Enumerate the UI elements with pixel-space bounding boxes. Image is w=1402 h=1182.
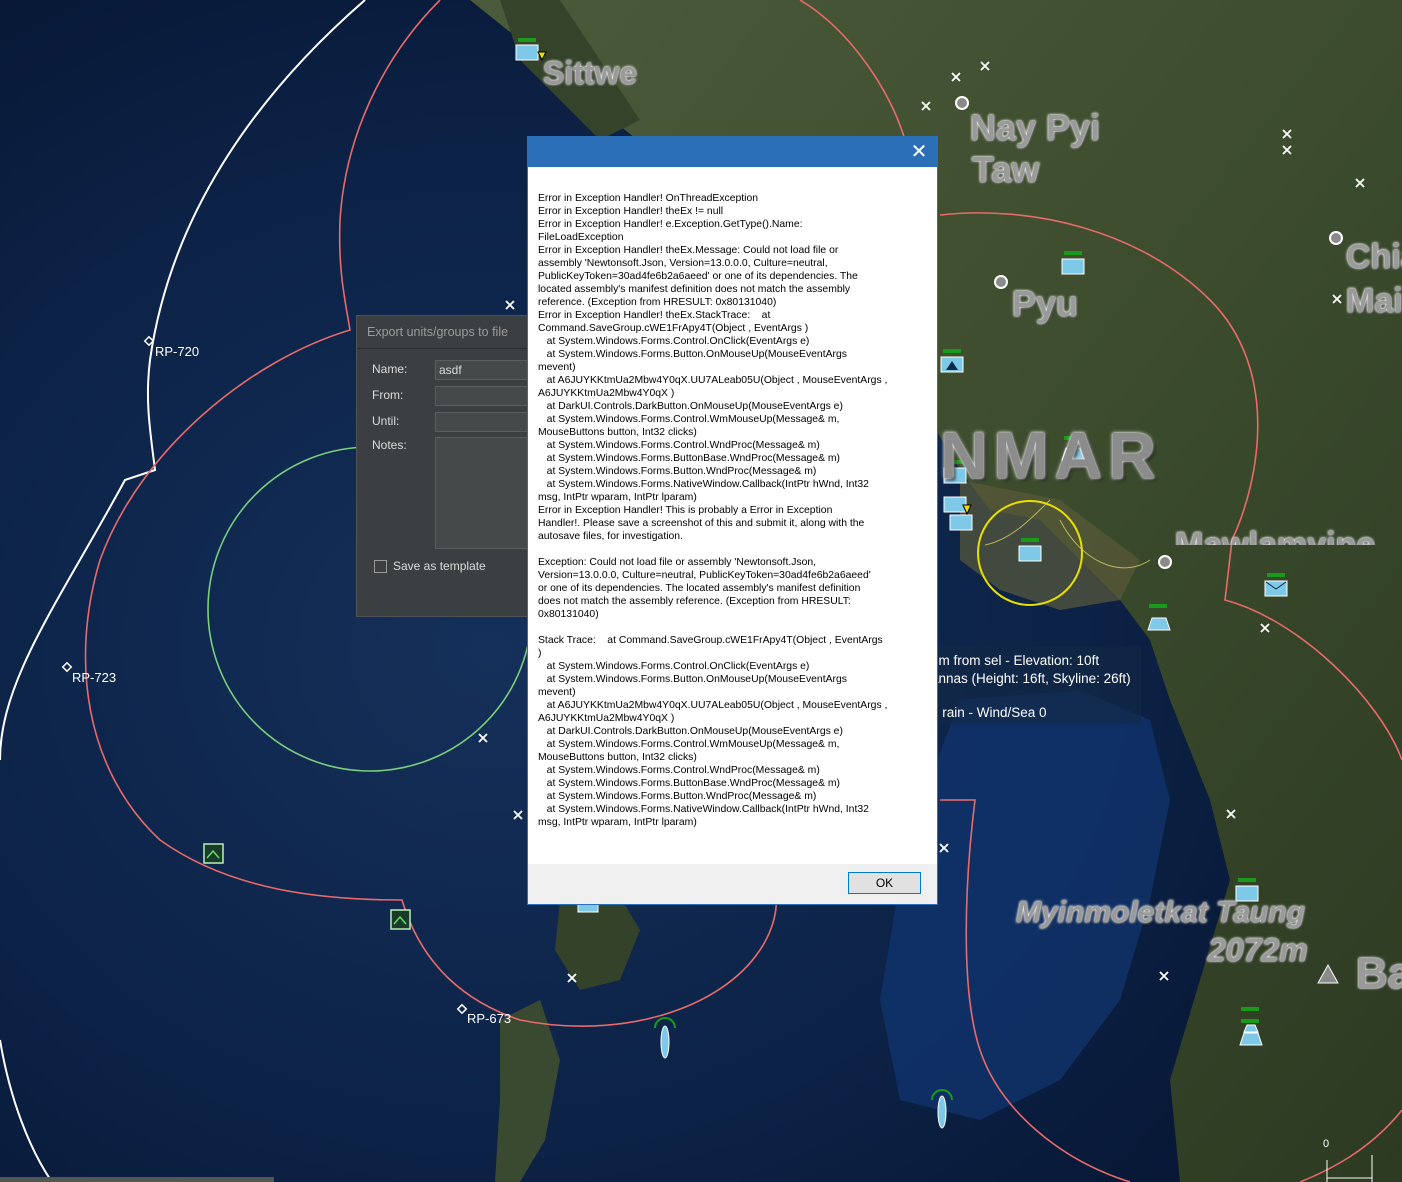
error-dialog-titlebar[interactable]: ✕ bbox=[528, 137, 937, 167]
unit-icon[interactable] bbox=[1018, 538, 1042, 562]
from-input[interactable] bbox=[435, 386, 532, 406]
reference-point-label: RP-673 bbox=[467, 1011, 512, 1026]
reference-point-label: RP-720 bbox=[155, 344, 200, 359]
save-template-checkbox[interactable] bbox=[374, 560, 387, 573]
place-label-chia: Chia bbox=[1346, 238, 1402, 276]
place-label-myinmoletkat-taung: Myinmoletkat Taung bbox=[1016, 896, 1305, 929]
unit-icon[interactable] bbox=[1264, 573, 1288, 597]
country-label: NMAR bbox=[940, 418, 1162, 492]
info-line-elevation: nm from sel - Elevation: 10ft bbox=[931, 653, 1100, 668]
unit-icon[interactable] bbox=[1061, 251, 1085, 275]
place-label-ba: Ba bbox=[1356, 949, 1402, 998]
info-panel: nm from sel - Elevation: 10ft annas (Hei… bbox=[925, 646, 1141, 724]
until-input[interactable] bbox=[435, 412, 532, 432]
city-dot bbox=[994, 275, 1008, 289]
error-dialog: ✕ Error in Exception Handler! OnThreadEx… bbox=[527, 136, 938, 905]
place-label-pyu: Pyu bbox=[1012, 283, 1079, 324]
place-label-elevation: 2072m bbox=[1208, 932, 1308, 968]
error-dialog-footer: OK bbox=[528, 864, 937, 904]
name-input[interactable] bbox=[435, 360, 532, 380]
city-dot bbox=[1158, 555, 1172, 569]
scale-label: 0 bbox=[1323, 1138, 1330, 1150]
from-label: From: bbox=[372, 388, 404, 402]
place-label-sittwe: Sittwe bbox=[543, 55, 638, 91]
unit-icon[interactable] bbox=[940, 349, 964, 373]
error-message: Error in Exception Handler! OnThreadExce… bbox=[538, 193, 888, 828]
city-dot bbox=[1329, 231, 1343, 245]
export-dialog-title: Export units/groups to file bbox=[367, 325, 509, 339]
until-label: Until: bbox=[372, 414, 400, 428]
export-dialog: Export units/groups to file Name: From: … bbox=[356, 315, 533, 617]
info-line-terrain: annas (Height: 16ft, Skyline: 26ft) bbox=[931, 671, 1131, 686]
name-label: Name: bbox=[372, 362, 408, 376]
save-template-label: Save as template bbox=[393, 559, 486, 573]
place-label-taw: Taw bbox=[972, 149, 1040, 190]
ok-button[interactable]: OK bbox=[848, 872, 921, 894]
notes-label: Notes: bbox=[372, 438, 407, 452]
base-marker[interactable] bbox=[390, 909, 411, 930]
reference-point-label: RP-723 bbox=[72, 670, 117, 685]
notes-textarea[interactable] bbox=[435, 437, 532, 549]
base-marker[interactable] bbox=[203, 843, 224, 864]
bottom-strip bbox=[0, 1177, 274, 1182]
place-label-nay-pyi: Nay Pyi bbox=[970, 107, 1101, 148]
place-label-mai: Mai bbox=[1346, 282, 1402, 320]
info-line-weather: o rain - Wind/Sea 0 bbox=[931, 705, 1047, 720]
city-dot bbox=[955, 96, 969, 110]
close-icon[interactable]: ✕ bbox=[907, 140, 931, 164]
